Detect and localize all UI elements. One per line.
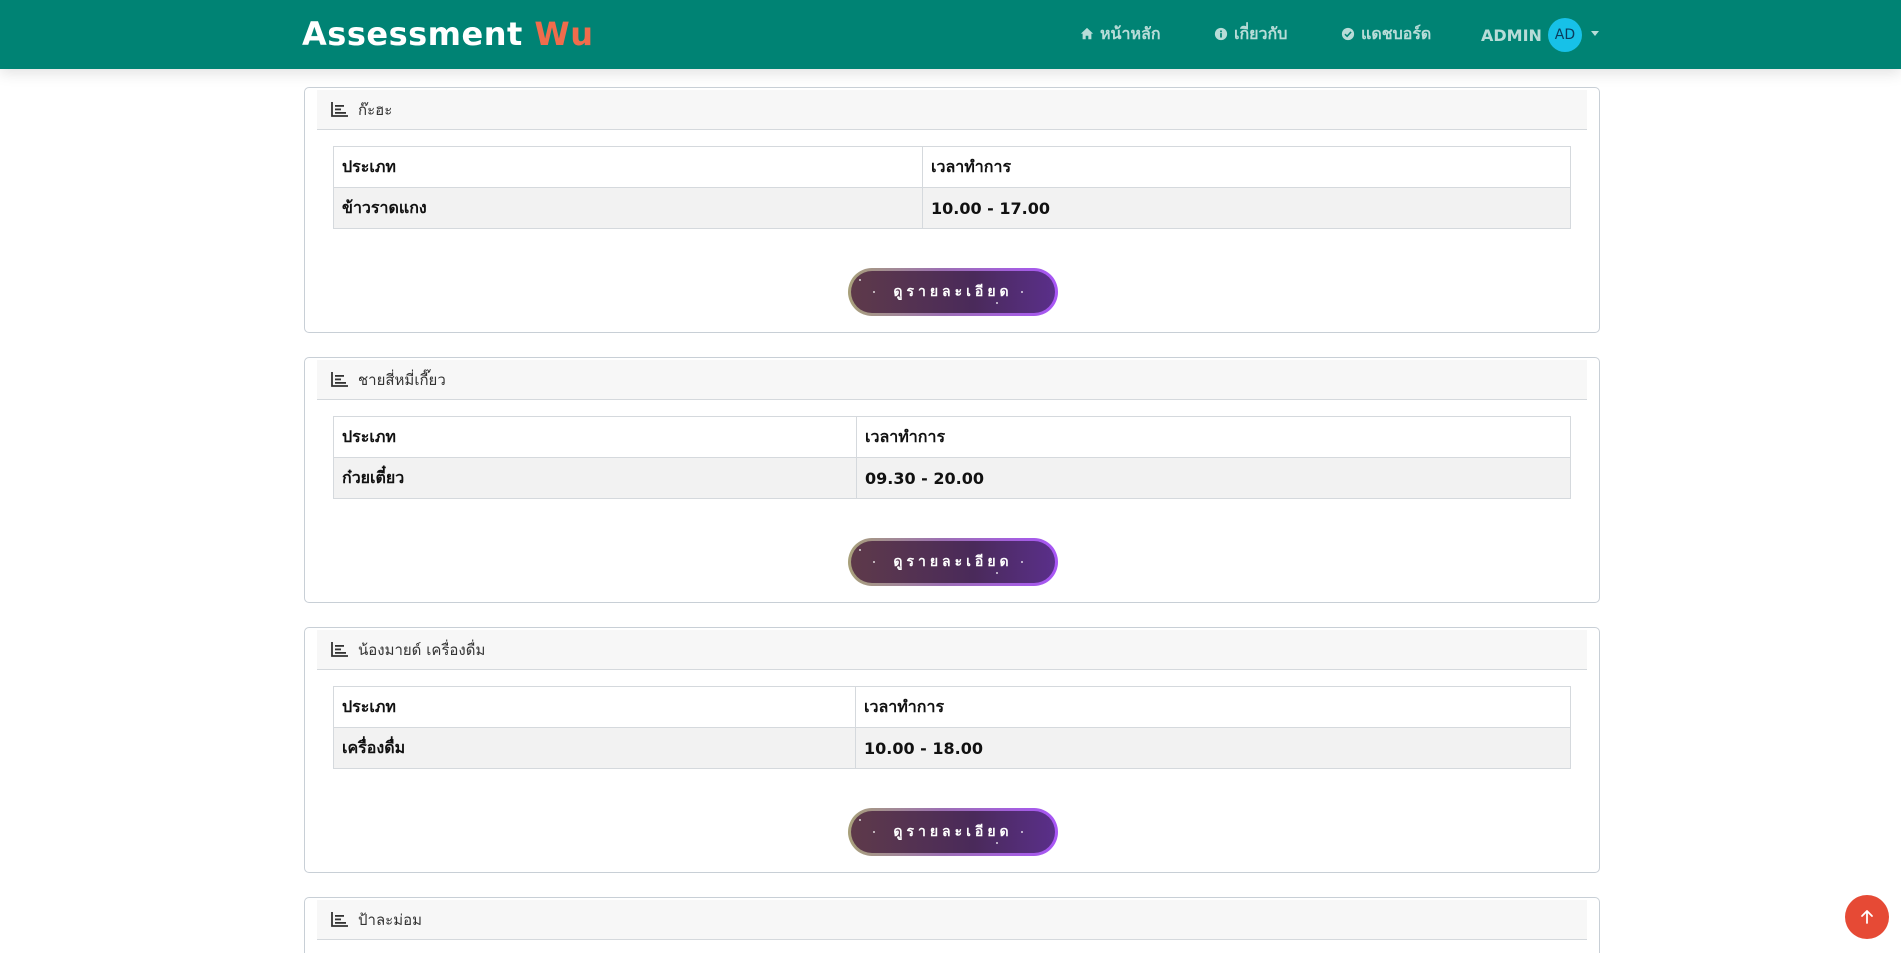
top-navbar: Assessment Wu หน้าหลัก เกี่ยวกับ แดชบอร์…: [0, 0, 1901, 69]
shop-card: น้องมายด์ เครื่องดื่ม ประเภท เวลาทำการ เ…: [304, 627, 1600, 873]
shop-hours: 10.00 - 18.00: [855, 727, 1571, 769]
table-header-row: ประเภท เวลาทำการ: [333, 416, 1571, 458]
check-circle-icon: [1341, 27, 1355, 41]
sparkle-icon: [996, 572, 998, 574]
shop-info-table: ประเภท เวลาทำการ ก๋วยเตี๋ยว 09.30 - 20.0…: [333, 416, 1571, 499]
nav-link-about[interactable]: เกี่ยวกับ: [1214, 22, 1287, 46]
bar-chart-icon: [331, 102, 348, 117]
sparkle-icon: [1021, 561, 1023, 563]
sparkle-icon: [859, 819, 861, 821]
card-header: น้องมายด์ เครื่องดื่ม: [317, 630, 1587, 670]
scroll-to-top-button[interactable]: [1845, 895, 1889, 939]
brand-accent: Wu: [534, 15, 594, 53]
column-header-time: เวลาทำการ: [855, 686, 1571, 728]
chevron-down-icon: [1590, 30, 1599, 36]
shop-name: ชายสี่หมี่เกี๊ยว: [358, 370, 446, 389]
shop-name: น้องมายด์ เครื่องดื่ม: [358, 640, 486, 659]
view-details-button[interactable]: ดูรายละเอียด: [848, 538, 1058, 586]
shop-hours: 10.00 - 17.00: [922, 187, 1571, 229]
sparkle-icon: [996, 842, 998, 844]
nav-link-about-label: เกี่ยวกับ: [1234, 23, 1288, 43]
shop-info-table: ประเภท เวลาทำการ ข้าวราดแกง 10.00 - 17.0…: [333, 146, 1571, 229]
sparkle-icon: [859, 549, 861, 551]
nav-link-home-label: หน้าหลัก: [1100, 23, 1161, 43]
column-header-time: เวลาทำการ: [922, 146, 1571, 188]
shop-type: เครื่องดื่ม: [333, 727, 856, 769]
arrow-up-icon: [1861, 910, 1873, 924]
bar-chart-icon: [331, 372, 348, 387]
info-icon: [1214, 27, 1228, 41]
table-row: ก๋วยเตี๋ยว 09.30 - 20.00: [333, 457, 1571, 499]
view-details-button-face: ดูรายละเอียด: [851, 811, 1055, 853]
table-header-row: ประเภท เวลาทำการ: [333, 146, 1571, 188]
view-details-label: ดูรายละเอียด: [893, 823, 1013, 839]
brand-logo[interactable]: Assessment Wu: [302, 14, 594, 54]
nav-link-dashboard[interactable]: แดชบอร์ด: [1341, 22, 1431, 46]
bar-chart-icon: [331, 642, 348, 657]
sparkle-icon: [873, 291, 875, 293]
card-header: ป้าละม่อม: [317, 900, 1587, 940]
card-header: ก๊ะฮะ: [317, 90, 1587, 130]
shop-name: ป้าละม่อม: [358, 910, 422, 929]
shop-card: ป้าละม่อม: [304, 897, 1600, 953]
shop-hours: 09.30 - 20.00: [856, 457, 1571, 499]
column-header-type: ประเภท: [333, 416, 857, 458]
home-icon: [1080, 27, 1094, 40]
sparkle-icon: [859, 279, 861, 281]
sparkle-icon: [873, 561, 875, 563]
shop-card: ก๊ะฮะ ประเภท เวลาทำการ ข้าวราดแกง 10.00 …: [304, 87, 1600, 333]
view-details-button[interactable]: ดูรายละเอียด: [848, 808, 1058, 856]
sparkle-icon: [1021, 291, 1023, 293]
sparkle-icon: [873, 831, 875, 833]
bar-chart-icon: [331, 912, 348, 927]
shop-card: ชายสี่หมี่เกี๊ยว ประเภท เวลาทำการ ก๋วยเต…: [304, 357, 1600, 603]
user-name: ADMIN: [1481, 25, 1542, 45]
table-row: ข้าวราดแกง 10.00 - 17.00: [333, 187, 1571, 229]
view-details-button[interactable]: ดูรายละเอียด: [848, 268, 1058, 316]
avatar: AD: [1547, 18, 1582, 52]
column-header-type: ประเภท: [333, 686, 856, 728]
column-header-time: เวลาทำการ: [856, 416, 1571, 458]
view-details-button-face: ดูรายละเอียด: [851, 541, 1055, 583]
shop-info-table: ประเภท เวลาทำการ เครื่องดื่ม 10.00 - 18.…: [333, 686, 1571, 769]
sparkle-icon: [1021, 831, 1023, 833]
shop-type: ก๋วยเตี๋ยว: [333, 457, 857, 499]
table-header-row: ประเภท เวลาทำการ: [333, 686, 1571, 728]
nav-link-home[interactable]: หน้าหลัก: [1080, 22, 1161, 46]
user-menu-dropdown[interactable]: ADMIN AD: [1481, 18, 1599, 52]
column-header-type: ประเภท: [333, 146, 923, 188]
shop-type: ข้าวราดแกง: [333, 187, 923, 229]
view-details-label: ดูรายละเอียด: [893, 553, 1013, 569]
card-header: ชายสี่หมี่เกี๊ยว: [317, 360, 1587, 400]
view-details-label: ดูรายละเอียด: [893, 283, 1013, 299]
table-row: เครื่องดื่ม 10.00 - 18.00: [333, 727, 1571, 769]
brand-main: Assessment: [302, 15, 523, 53]
nav-link-dashboard-label: แดชบอร์ด: [1361, 23, 1432, 43]
sparkle-icon: [996, 302, 998, 304]
shop-name: ก๊ะฮะ: [358, 100, 393, 119]
view-details-button-face: ดูรายละเอียด: [851, 271, 1055, 313]
